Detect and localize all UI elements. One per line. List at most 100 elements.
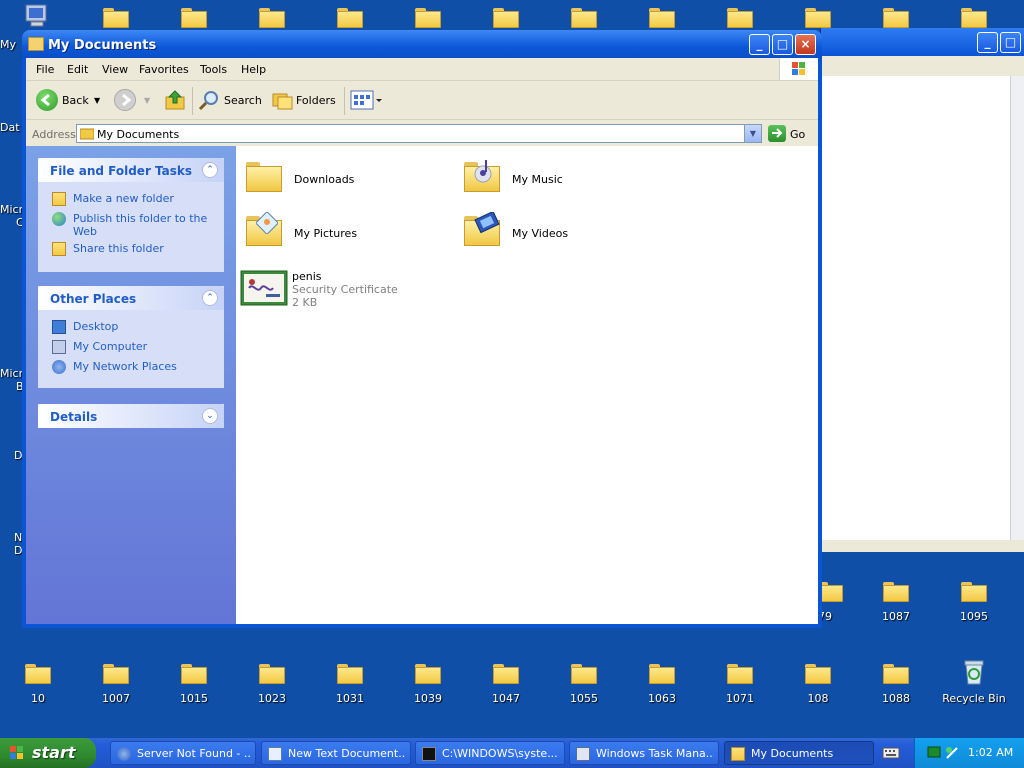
go-arrow-icon[interactable] xyxy=(768,125,786,142)
desktop-folder-icon[interactable] xyxy=(240,8,304,28)
my-computer-link[interactable]: My Computer xyxy=(52,340,212,354)
menu-tools[interactable]: Tools xyxy=(200,63,227,76)
windows-flag-icon xyxy=(10,746,24,760)
maximize-icon[interactable]: □ xyxy=(772,34,793,55)
desktop-folder-icon[interactable] xyxy=(162,8,226,28)
certificate-icon xyxy=(240,270,288,306)
menu-favorites[interactable]: Favorites xyxy=(139,63,189,76)
panel-header[interactable]: File and Folder Tasks ⌃ xyxy=(38,158,224,182)
desktop-folder-icon[interactable]: 1095 xyxy=(942,582,1006,623)
back-dropdown-icon[interactable]: ▼ xyxy=(94,96,100,105)
folders-icon[interactable] xyxy=(272,90,294,110)
task-new-text-document[interactable]: New Text Document... xyxy=(261,741,411,765)
desktop-folder-icon[interactable]: 1023 xyxy=(240,664,304,705)
file-folder-tasks-panel: File and Folder Tasks ⌃ Make a new folde… xyxy=(38,158,224,272)
forward-arrow-icon[interactable] xyxy=(114,89,136,111)
share-folder-link[interactable]: Share this folder xyxy=(52,242,212,256)
publish-folder-link[interactable]: Publish this folder to the Web xyxy=(52,212,212,238)
desktop-folder-icon[interactable] xyxy=(318,8,382,28)
desktop-folder-icon[interactable]: 1047 xyxy=(474,664,538,705)
desktop-folder-icon[interactable]: 1015 xyxy=(162,664,226,705)
panel-header[interactable]: Details ⌄ xyxy=(38,404,224,428)
desktop-link[interactable]: Desktop xyxy=(52,320,212,334)
up-folder-icon[interactable] xyxy=(164,89,186,111)
desktop-folder-icon[interactable] xyxy=(552,8,616,28)
new-folder-icon xyxy=(52,192,66,206)
background-window-content xyxy=(821,76,1011,540)
desktop-folder-icon[interactable]: 1071 xyxy=(708,664,772,705)
chevron-up-icon[interactable]: ⌃ xyxy=(202,290,218,306)
folder-my-music[interactable]: My Music xyxy=(462,158,662,198)
desktop-folder-icon[interactable]: 1063 xyxy=(630,664,694,705)
network-tray-icon[interactable] xyxy=(945,746,959,760)
panel-title: File and Folder Tasks xyxy=(50,164,193,178)
desktop-folder-icon[interactable] xyxy=(474,8,538,28)
forward-dropdown-icon[interactable]: ▼ xyxy=(144,96,150,105)
maximize-icon[interactable]: □ xyxy=(1000,32,1021,53)
desktop-folder-icon[interactable]: 1039 xyxy=(396,664,460,705)
browser-icon xyxy=(117,747,131,761)
search-icon[interactable] xyxy=(198,89,220,111)
search-button[interactable]: Search xyxy=(224,94,262,107)
menu-file[interactable]: File xyxy=(36,63,54,76)
file-penis-certificate[interactable]: penis Security Certificate 2 KB xyxy=(240,270,440,310)
minimize-icon[interactable]: _ xyxy=(977,32,998,53)
desktop-folder-icon[interactable]: 1088 xyxy=(864,664,928,705)
task-manager-icon xyxy=(576,747,590,761)
go-button[interactable]: Go xyxy=(790,128,805,141)
task-command-prompt[interactable]: C:\WINDOWS\syste... xyxy=(415,741,565,765)
desktop-folder-icon[interactable]: 108 xyxy=(786,664,850,705)
desktop-folder-icon[interactable]: 1007 xyxy=(84,664,148,705)
desktop-folder-icon[interactable] xyxy=(708,8,772,28)
recycle-bin-icon[interactable]: Recycle Bin xyxy=(942,658,1006,705)
views-icon[interactable] xyxy=(350,90,384,110)
make-new-folder-link[interactable]: Make a new folder xyxy=(52,192,212,206)
desktop-folder-icon[interactable] xyxy=(396,8,460,28)
panel-header[interactable]: Other Places ⌃ xyxy=(38,286,224,310)
globe-icon xyxy=(52,212,66,226)
address-input[interactable]: My Documents ▼ xyxy=(76,124,762,143)
desktop-folder-icon[interactable]: 1055 xyxy=(552,664,616,705)
close-icon[interactable]: × xyxy=(795,34,816,55)
background-window-scrollbar[interactable] xyxy=(1010,76,1024,540)
desktop-folder-icon[interactable] xyxy=(942,8,1006,28)
monitor-tray-icon[interactable] xyxy=(927,746,941,760)
title-bar[interactable]: My Documents _ □ × xyxy=(22,30,822,58)
desktop-folder-icon[interactable] xyxy=(84,8,148,28)
window-frame: File Edit View Favorites Tools Help Back… xyxy=(26,58,818,624)
task-task-manager[interactable]: Windows Task Mana... xyxy=(569,741,719,765)
task-server-not-found[interactable]: Server Not Found - ... xyxy=(110,741,256,765)
desktop-folder-icon[interactable] xyxy=(630,8,694,28)
keyboard-icon[interactable] xyxy=(882,746,900,760)
folders-button[interactable]: Folders xyxy=(296,94,336,107)
folder-my-videos[interactable]: My Videos xyxy=(462,212,662,252)
desktop-folder-icon[interactable]: 1087 xyxy=(864,582,928,623)
chevron-up-icon[interactable]: ⌃ xyxy=(202,162,218,178)
task-my-documents[interactable]: My Documents xyxy=(724,741,874,765)
desktop-folder-icon[interactable] xyxy=(864,8,928,28)
folder-downloads[interactable]: Downloads xyxy=(244,158,444,198)
task-pane: File and Folder Tasks ⌃ Make a new folde… xyxy=(26,146,236,624)
start-button[interactable]: start xyxy=(0,738,96,768)
folder-my-pictures[interactable]: My Pictures xyxy=(244,212,444,252)
console-icon xyxy=(422,747,436,761)
background-window-titlebar[interactable]: _ □ xyxy=(821,28,1024,56)
my-computer-icon[interactable] xyxy=(24,4,50,28)
clock[interactable]: 1:02 AM xyxy=(968,746,1013,759)
chevron-down-icon[interactable]: ▼ xyxy=(744,125,761,142)
my-network-places-link[interactable]: My Network Places xyxy=(52,360,212,374)
desktop-folder-icon[interactable]: 1031 xyxy=(318,664,382,705)
menu-edit[interactable]: Edit xyxy=(67,63,88,76)
background-window[interactable]: _ □ xyxy=(820,28,1024,552)
address-bar: Address My Documents ▼ Go xyxy=(26,120,818,146)
minimize-icon[interactable]: _ xyxy=(749,34,770,55)
desktop-folder-icon[interactable]: 10 xyxy=(6,664,70,705)
chevron-down-icon[interactable]: ⌄ xyxy=(202,408,218,424)
menu-view[interactable]: View xyxy=(102,63,128,76)
menu-help[interactable]: Help xyxy=(241,63,266,76)
file-list: Downloads My Music My Pictures My Videos… xyxy=(236,146,818,624)
desktop-folder-icon[interactable] xyxy=(786,8,850,28)
back-arrow-icon[interactable] xyxy=(36,89,58,111)
folder-icon xyxy=(244,158,284,194)
back-button[interactable]: Back xyxy=(62,94,89,107)
